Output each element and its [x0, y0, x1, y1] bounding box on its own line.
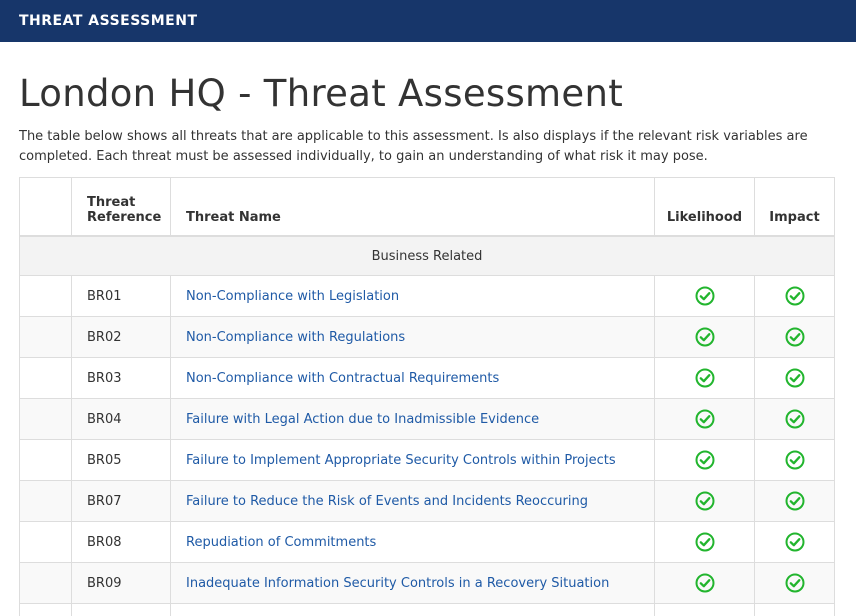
check-circle-icon — [695, 286, 715, 306]
row-select-cell — [20, 522, 72, 563]
likelihood-status — [655, 358, 755, 399]
threat-reference: BR05 — [72, 440, 171, 481]
threat-name-cell: Non-Compliance with Regulations — [171, 317, 655, 358]
table-row: BR07 Failure to Reduce the Risk of Events… — [20, 481, 835, 522]
group-row: Business Related — [20, 236, 835, 276]
check-circle-icon — [695, 450, 715, 470]
impact-status — [755, 522, 835, 563]
likelihood-status — [655, 317, 755, 358]
row-select-cell — [20, 481, 72, 522]
column-header-likelihood[interactable]: Likelihood — [655, 178, 755, 237]
likelihood-status — [655, 440, 755, 481]
impact-status — [755, 440, 835, 481]
main-content: London HQ - Threat Assessment The table … — [0, 42, 856, 616]
threat-name-cell: Non-Compliance with Legislation — [171, 276, 655, 317]
check-circle-icon — [695, 532, 715, 552]
check-circle-icon — [695, 491, 715, 511]
threat-name-link[interactable]: Repudiation of Commitments — [186, 535, 376, 550]
check-circle-icon — [785, 327, 805, 347]
threat-name-cell: Non-Compliance with Contractual Requirem… — [171, 358, 655, 399]
table-row: BR09 Inadequate Information Security Cont… — [20, 563, 835, 604]
impact-status — [755, 399, 835, 440]
threat-name-cell: Failure to Implement Appropriate Securit… — [171, 440, 655, 481]
row-select-cell — [20, 317, 72, 358]
table-row: BR01 Non-Compliance with Legislation — [20, 276, 835, 317]
likelihood-status — [655, 481, 755, 522]
check-circle-icon — [785, 450, 805, 470]
column-header-impact[interactable]: Impact — [755, 178, 835, 237]
check-circle-icon — [785, 491, 805, 511]
table-row — [20, 604, 835, 616]
threat-table: Threat Reference Threat Name Likelihood … — [19, 177, 835, 616]
table-row: BR05 Failure to Implement Appropriate Sec… — [20, 440, 835, 481]
row-select-cell — [20, 399, 72, 440]
table-header-row: Threat Reference Threat Name Likelihood … — [20, 178, 835, 237]
threat-name-link[interactable]: Failure to Implement Appropriate Securit… — [186, 453, 616, 468]
threat-name-link[interactable]: Non-Compliance with Contractual Requirem… — [186, 371, 499, 386]
table-row: BR02 Non-Compliance with Regulations — [20, 317, 835, 358]
page-description: The table below shows all threats that a… — [19, 127, 819, 167]
check-circle-icon — [785, 573, 805, 593]
select-column-header — [20, 178, 72, 237]
threat-reference: BR04 — [72, 399, 171, 440]
threat-reference: BR01 — [72, 276, 171, 317]
threat-name-cell: Inadequate Information Security Controls… — [171, 563, 655, 604]
check-circle-icon — [785, 532, 805, 552]
threat-name-link[interactable]: Non-Compliance with Legislation — [186, 289, 399, 304]
likelihood-status — [655, 399, 755, 440]
threat-name-link[interactable]: Inadequate Information Security Controls… — [186, 576, 609, 591]
column-header-threat-name[interactable]: Threat Name — [171, 178, 655, 237]
group-label: Business Related — [20, 236, 835, 276]
threat-reference: BR09 — [72, 563, 171, 604]
check-circle-icon — [785, 286, 805, 306]
check-circle-icon — [695, 368, 715, 388]
table-row: BR03 Non-Compliance with Contractual Requ… — [20, 358, 835, 399]
check-circle-icon — [695, 409, 715, 429]
likelihood-status — [655, 276, 755, 317]
table-row: BR04 Failure with Legal Action due to Ina… — [20, 399, 835, 440]
threat-reference: BR08 — [72, 522, 171, 563]
likelihood-status — [655, 522, 755, 563]
check-circle-icon — [785, 409, 805, 429]
row-select-cell — [20, 440, 72, 481]
column-header-threat-reference[interactable]: Threat Reference — [72, 178, 171, 237]
impact-status — [755, 563, 835, 604]
impact-status — [755, 276, 835, 317]
impact-status — [755, 317, 835, 358]
threat-reference: BR07 — [72, 481, 171, 522]
threat-name-link[interactable]: Non-Compliance with Regulations — [186, 330, 405, 345]
table-row: BR08 Repudiation of Commitments — [20, 522, 835, 563]
page-title: London HQ - Threat Assessment — [19, 72, 836, 116]
threat-name-link[interactable]: Failure to Reduce the Risk of Events and… — [186, 494, 588, 509]
row-select-cell — [20, 358, 72, 399]
threat-reference: BR03 — [72, 358, 171, 399]
impact-status — [755, 358, 835, 399]
threat-name-cell: Failure to Reduce the Risk of Events and… — [171, 481, 655, 522]
check-circle-icon — [695, 327, 715, 347]
top-header-bar: THREAT ASSESSMENT — [0, 0, 856, 42]
threat-name-link[interactable]: Failure with Legal Action due to Inadmis… — [186, 412, 539, 427]
threat-name-cell: Failure with Legal Action due to Inadmis… — [171, 399, 655, 440]
threat-name-cell: Repudiation of Commitments — [171, 522, 655, 563]
header-title: THREAT ASSESSMENT — [19, 13, 198, 29]
row-select-cell — [20, 563, 72, 604]
likelihood-status — [655, 563, 755, 604]
row-select-cell — [20, 276, 72, 317]
impact-status — [755, 481, 835, 522]
check-circle-icon — [695, 573, 715, 593]
check-circle-icon — [785, 368, 805, 388]
threat-reference: BR02 — [72, 317, 171, 358]
